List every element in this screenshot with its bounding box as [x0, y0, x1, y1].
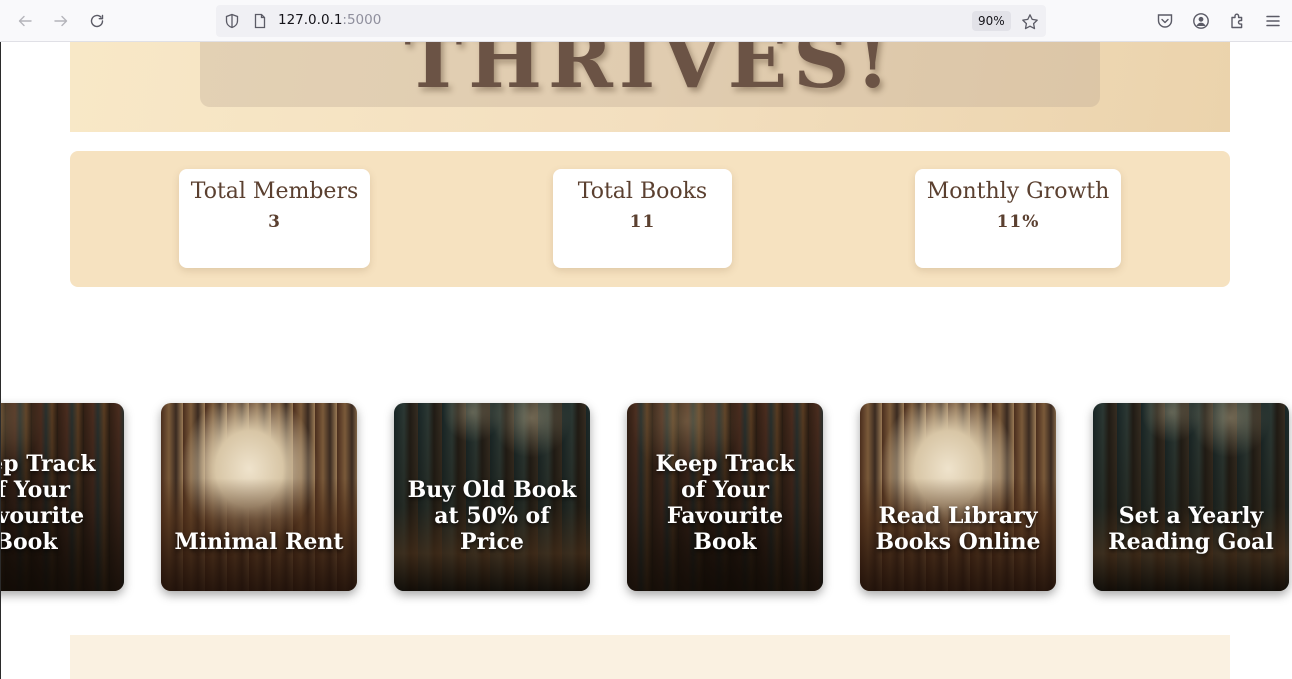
- feature-title: Keep Track of Your Favourite Book: [0, 451, 96, 555]
- url-port: :5000: [342, 12, 382, 28]
- stat-card-books: Total Books 11: [553, 169, 732, 268]
- browser-toolbar: 127.0.0.1:5000 90%: [0, 0, 1292, 42]
- extensions-icon[interactable]: [1228, 12, 1246, 30]
- stat-label: Monthly Growth: [926, 179, 1110, 204]
- feature-carousel: Keep Track of Your Favourite Book Minima…: [1, 403, 1292, 593]
- stats-section: Total Members 3 Total Books 11 Monthly G…: [70, 151, 1230, 287]
- page-viewport: THRIVES! Total Members 3 Total Books 11 …: [0, 42, 1292, 679]
- feature-title: Buy Old Book at 50% of Price: [407, 477, 577, 555]
- arrow-left-icon: [18, 15, 32, 27]
- url-host: 127.0.0.1: [278, 12, 343, 28]
- stat-label: Total Members: [190, 179, 359, 204]
- feature-title: Read Library Books Online: [875, 503, 1041, 555]
- account-icon[interactable]: [1192, 12, 1210, 30]
- address-bar[interactable]: 127.0.0.1:5000 90%: [216, 5, 1046, 37]
- stat-label: Total Books: [577, 179, 708, 204]
- pocket-icon[interactable]: [1156, 12, 1174, 30]
- feature-title: Minimal Rent: [174, 529, 344, 555]
- back-button[interactable]: [10, 6, 40, 36]
- url-text[interactable]: 127.0.0.1:5000: [278, 12, 381, 28]
- forward-button[interactable]: [46, 6, 76, 36]
- hero-title-box: THRIVES!: [200, 42, 1100, 107]
- feature-title: Set a Yearly Reading Goal: [1108, 503, 1274, 555]
- reload-icon: [90, 14, 104, 28]
- feature-title: Keep Track of Your Favourite Book: [655, 451, 795, 555]
- hero-banner: THRIVES!: [70, 42, 1230, 132]
- feature-card[interactable]: Set a Yearly Reading Goal: [1093, 403, 1289, 591]
- bookmark-star-icon[interactable]: [1021, 13, 1039, 31]
- hero-title: THRIVES!: [404, 42, 896, 106]
- stat-value: 11%: [996, 212, 1040, 232]
- zoom-level-badge[interactable]: 90%: [972, 11, 1011, 31]
- stat-value: 3: [268, 212, 281, 232]
- feature-card[interactable]: Keep Track of Your Favourite Book: [627, 403, 823, 591]
- feature-card[interactable]: Minimal Rent: [161, 403, 357, 591]
- feature-card[interactable]: Keep Track of Your Favourite Book: [0, 403, 124, 591]
- reload-button[interactable]: [82, 6, 112, 36]
- feature-card[interactable]: Buy Old Book at 50% of Price: [394, 403, 590, 591]
- stat-card-members: Total Members 3: [179, 169, 370, 268]
- stat-value: 11: [629, 212, 656, 232]
- arrow-right-icon: [54, 15, 68, 27]
- next-section: [70, 635, 1230, 679]
- stat-card-growth: Monthly Growth 11%: [915, 169, 1121, 268]
- menu-icon[interactable]: [1264, 12, 1282, 30]
- page-icon[interactable]: [252, 13, 268, 29]
- shield-icon[interactable]: [224, 13, 240, 29]
- feature-card[interactable]: Read Library Books Online: [860, 403, 1056, 591]
